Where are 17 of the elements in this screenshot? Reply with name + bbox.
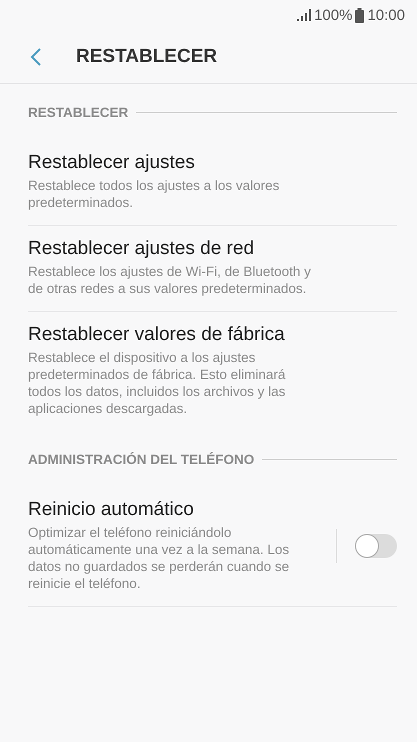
clock: 10:00	[367, 6, 405, 24]
battery-percent: 100%	[314, 6, 352, 24]
page-title: RESTABLECER	[76, 46, 218, 68]
setting-description: Restablece los ajustes de Wi-Fi, de Bluetooth y de otras redes a sus valores predeterminados.	[28, 263, 312, 297]
toggle-switch[interactable]	[355, 534, 397, 558]
signal-icon	[297, 9, 312, 21]
setting-title[interactable]: Reinicio automático	[28, 499, 326, 521]
section-header: ADMINISTRACIÓN DEL TELÉFONO	[28, 452, 254, 466]
setting-title[interactable]: Restablecer valores de fábrica	[28, 324, 397, 346]
setting-title[interactable]: Restablecer ajustes	[28, 152, 397, 174]
setting-title[interactable]: Restablecer ajustes de red	[28, 238, 397, 260]
setting-description: Restablece todos los ajustes a los valores predeterminados.	[28, 177, 280, 211]
battery-icon	[355, 8, 364, 22]
setting-description: Optimizar el teléfono reiniciándolo automáticamente una vez a la semana. Los datos no guardados se perderán cuando se reinicie el teléfono.	[28, 524, 290, 592]
setting-description: Restablece el dispositivo a los ajustes predeterminados de fábrica. Esto eliminará todos los datos, incluidos los archivos y las aplicaciones descargadas.	[28, 349, 286, 417]
back-icon	[30, 46, 42, 66]
section-header: RESTABLECER	[28, 104, 128, 120]
